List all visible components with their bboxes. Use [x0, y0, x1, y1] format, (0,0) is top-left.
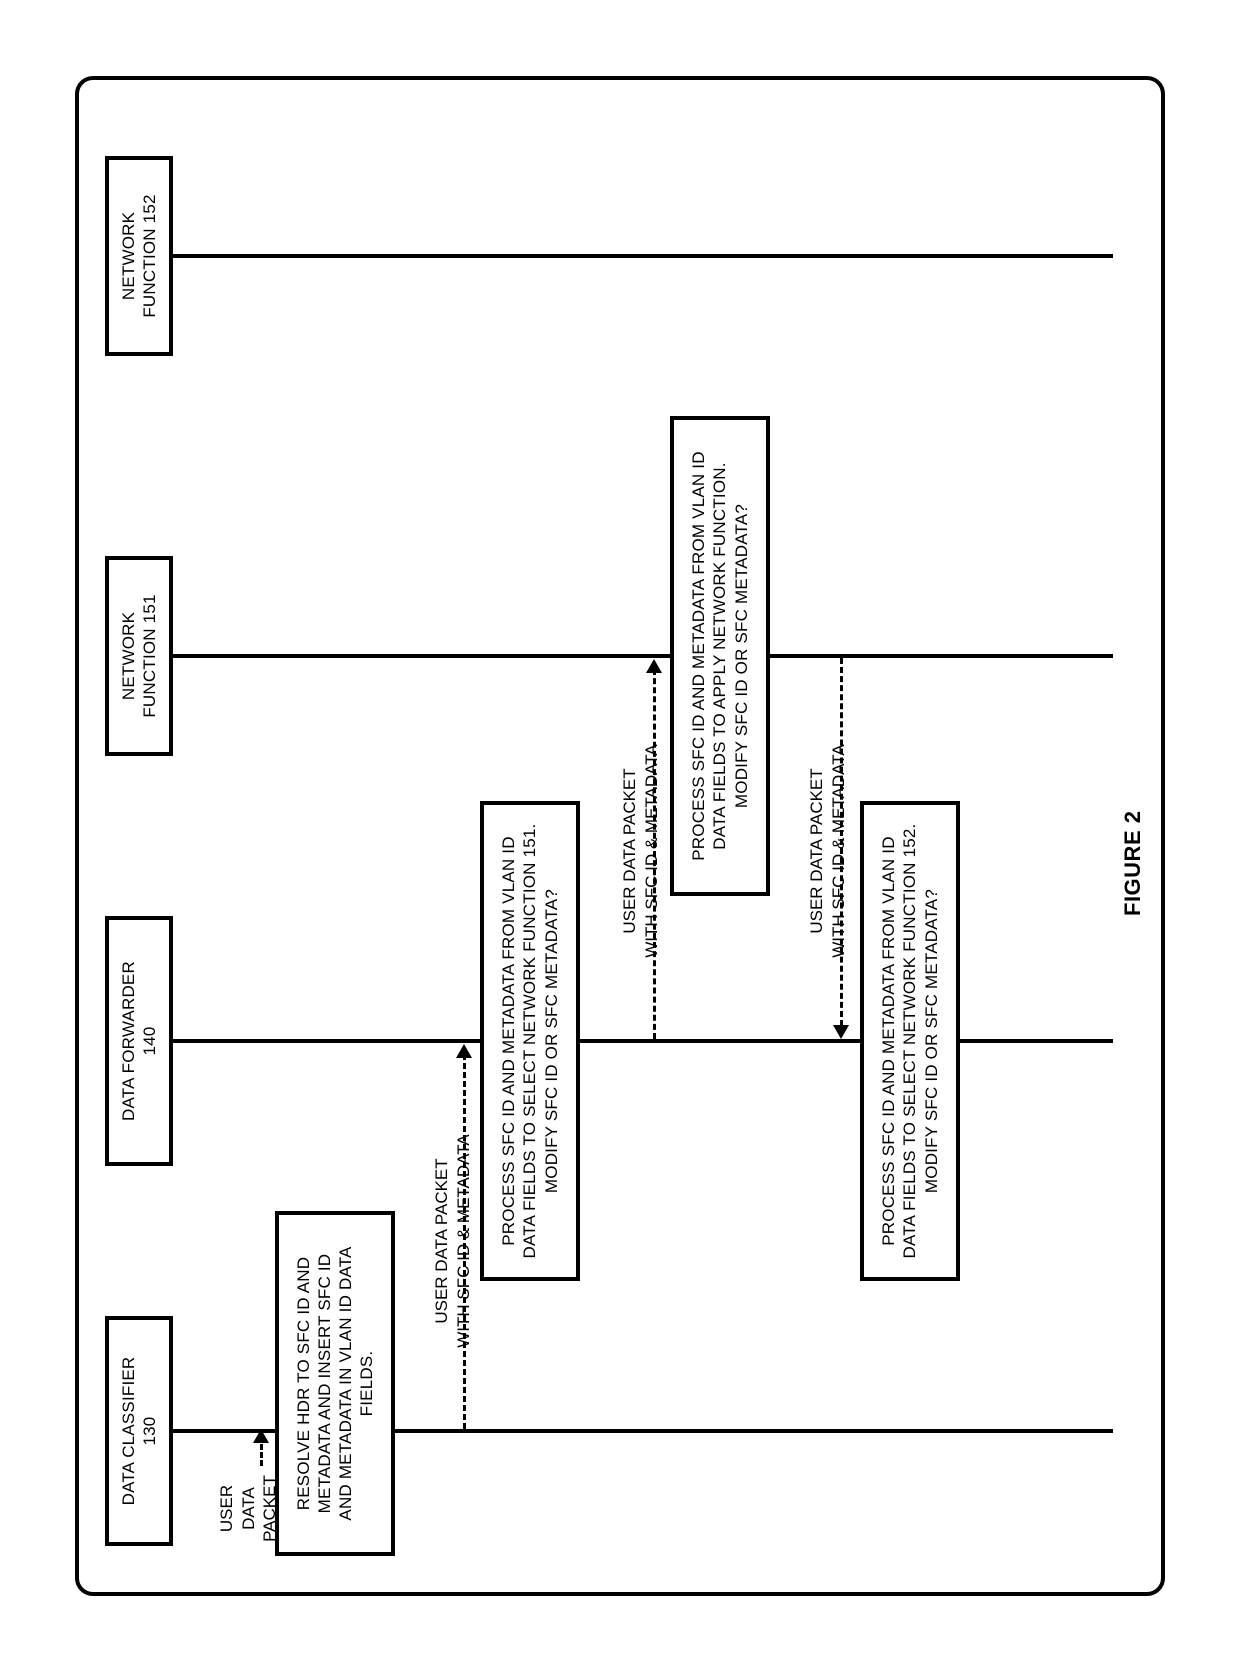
incoming-packet-arrowhead [253, 1429, 269, 1443]
step-select-151: PROCESS SFC ID AND METADATA FROM VLAN ID… [480, 801, 580, 1281]
actor-nf2: NETWORK FUNCTION 152 [105, 156, 173, 356]
msg3-arrow [840, 658, 843, 1026]
msg2-arrowhead [646, 659, 662, 673]
step-apply: PROCESS SFC ID AND METADATA FROM VLAN ID… [670, 416, 770, 896]
actor-nf1: NETWORK FUNCTION 151 [105, 556, 173, 756]
step-select-151-text: PROCESS SFC ID AND METADATA FROM VLAN ID… [498, 824, 562, 1259]
step-select-152-text: PROCESS SFC ID AND METADATA FROM VLAN ID… [878, 824, 942, 1259]
actor-classifier: DATA CLASSIFIER 130 [105, 1316, 173, 1546]
actor-forwarder-label: DATA FORWARDER 140 [118, 961, 161, 1121]
lifeline-nf2 [173, 254, 1113, 258]
msg2-arrow [653, 669, 656, 1039]
actor-nf2-label: NETWORK FUNCTION 152 [118, 194, 161, 317]
incoming-packet-label: USER DATA PACKET [195, 1461, 280, 1556]
msg1-arrow [463, 1054, 466, 1429]
msg1-arrowhead [456, 1044, 472, 1058]
lifeline-forwarder [173, 1039, 1113, 1043]
figure-label: FIGURE 2 [1120, 811, 1146, 916]
figure-label-text: FIGURE 2 [1120, 811, 1145, 916]
incoming-packet-text: USER DATA PACKET [217, 1475, 279, 1542]
step-resolve: RESOLVE HDR TO SFC ID AND METADATA AND I… [275, 1211, 395, 1556]
actor-classifier-label: DATA CLASSIFIER 130 [118, 1357, 161, 1506]
msg1-text: USER DATA PACKET WITH SFC ID & METADATA [432, 1134, 472, 1347]
step-apply-text: PROCESS SFC ID AND METADATA FROM VLAN ID… [688, 451, 752, 860]
actor-forwarder: DATA FORWARDER 140 [105, 916, 173, 1166]
actor-nf1-label: NETWORK FUNCTION 151 [118, 594, 161, 717]
step-resolve-text: RESOLVE HDR TO SFC ID AND METADATA AND I… [293, 1246, 378, 1520]
step-select-152: PROCESS SFC ID AND METADATA FROM VLAN ID… [860, 801, 960, 1281]
lifeline-nf1 [173, 654, 1113, 658]
msg3-arrowhead [833, 1025, 849, 1039]
